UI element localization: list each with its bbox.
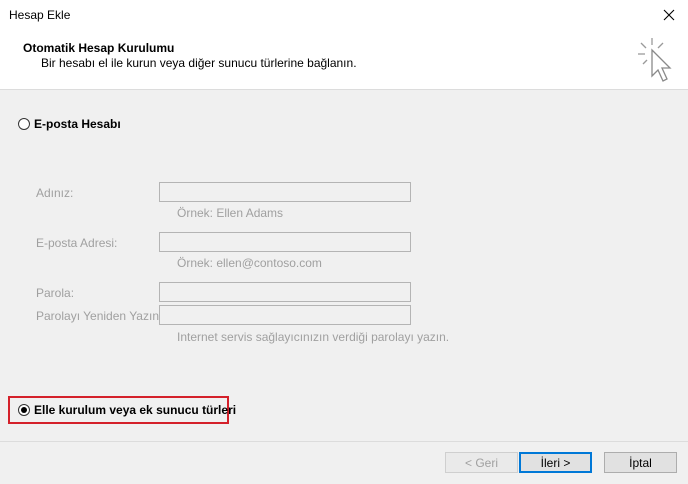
close-button[interactable]	[656, 4, 682, 26]
window-title: Hesap Ekle	[9, 8, 71, 22]
header-title: Otomatik Hesap Kurulumu	[23, 41, 175, 55]
header-subtitle: Bir hesabı el ile kurun veya diğer sunuc…	[41, 56, 357, 70]
password-confirm-label: Parolayı Yeniden Yazın:	[36, 309, 163, 323]
email-input[interactable]	[159, 232, 411, 252]
password-input[interactable]	[159, 282, 411, 302]
wizard-cursor-icon	[638, 38, 672, 82]
cancel-button[interactable]: İptal	[604, 452, 677, 473]
title-bar: Hesap Ekle	[0, 0, 688, 30]
password-label: Parola:	[36, 286, 75, 300]
manual-setup-label[interactable]: Elle kurulum veya ek sunucu türleri	[34, 403, 236, 417]
password-confirm-input[interactable]	[159, 305, 411, 325]
name-hint: Örnek: Ellen Adams	[177, 206, 284, 220]
back-button[interactable]: < Geri	[445, 452, 518, 473]
password-hint: Internet servis sağlayıcınızın verdiği p…	[177, 330, 450, 344]
footer-separator	[0, 441, 688, 442]
wizard-header: Otomatik Hesap Kurulumu Bir hesabı el il…	[0, 30, 688, 90]
email-hint: Örnek: ellen@contoso.com	[177, 256, 322, 270]
next-button[interactable]: İleri >	[519, 452, 592, 473]
name-input[interactable]	[159, 182, 411, 202]
email-account-radio[interactable]	[18, 118, 30, 130]
manual-setup-radio[interactable]	[18, 404, 30, 416]
email-label: E-posta Adresi:	[36, 236, 118, 250]
email-account-label[interactable]: E-posta Hesabı	[34, 117, 121, 131]
name-label: Adınız:	[36, 186, 74, 200]
close-icon	[663, 9, 675, 21]
